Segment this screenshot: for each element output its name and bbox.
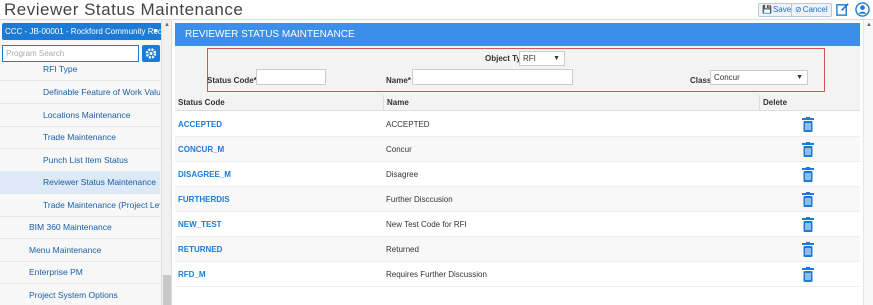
trash-icon[interactable] <box>802 192 814 207</box>
sidebar-item-punch-list[interactable]: Punch List Item Status <box>0 149 160 172</box>
column-name[interactable]: Name <box>383 95 759 111</box>
status-name: Further Disccusion <box>386 195 453 204</box>
table-row: DISAGREE_M Disagree <box>175 162 860 187</box>
chevron-down-icon: ▼ <box>152 28 159 35</box>
sidebar-item-bim360[interactable]: BIM 360 Maintenance <box>0 216 160 239</box>
trash-icon[interactable] <box>802 142 814 157</box>
sidebar-item-trade[interactable]: Trade Maintenance <box>0 126 160 149</box>
sidebar-item-locations[interactable]: Locations Maintenance <box>0 104 160 127</box>
status-name: Requires Further Discussion <box>386 270 487 279</box>
status-code-link[interactable]: ACCEPTED <box>178 112 222 137</box>
save-button[interactable]: 💾Save <box>758 3 796 17</box>
trash-icon[interactable] <box>802 242 814 257</box>
trash-icon[interactable] <box>802 267 814 282</box>
scroll-up-icon[interactable]: ▲ <box>163 21 171 29</box>
column-status-code[interactable]: Status Code <box>175 95 383 111</box>
main-scrollbar[interactable]: ▲ <box>863 20 873 305</box>
chevron-down-icon: ▼ <box>553 55 560 62</box>
sidebar-item-trade-project[interactable]: Trade Maintenance (Project Level) <box>0 194 160 217</box>
table-row: NEW_TEST New Test Code for RFI <box>175 212 860 237</box>
cancel-icon: ⊘ <box>795 5 802 14</box>
cancel-button[interactable]: ⊘Cancel <box>791 3 832 17</box>
table-row: RFD_M Requires Further Discussion <box>175 262 860 287</box>
sidebar-item-definable-feature[interactable]: Definable Feature of Work Values <box>0 81 160 104</box>
filter-area: Object Type RFI ▼ Status Code* Name* Cla… <box>175 46 860 95</box>
trash-icon[interactable] <box>802 117 814 132</box>
title-bar: Reviewer Status Maintenance 💾Save ⊘Cance… <box>0 0 873 20</box>
save-icon: 💾 <box>762 5 772 14</box>
sidebar-item-enterprise-pm[interactable]: Enterprise PM <box>0 261 160 284</box>
sidebar: CCC - JB-00001 - Rockford Community Rec … <box>0 20 172 305</box>
status-name: New Test Code for RFI <box>386 220 467 229</box>
column-delete: Delete <box>759 95 860 111</box>
user-icon[interactable] <box>855 2 870 17</box>
chevron-down-icon: ▼ <box>796 74 803 81</box>
page-title: REVIEWER STATUS MAINTENANCE <box>175 23 860 46</box>
status-name: Disagree <box>386 170 419 179</box>
name-input[interactable] <box>412 69 573 85</box>
status-code-link[interactable]: RETURNED <box>178 237 222 262</box>
status-code-link[interactable]: FURTHERDIS <box>178 187 230 212</box>
main-panel: REVIEWER STATUS MAINTENANCE Object Type … <box>172 20 863 305</box>
status-code-link[interactable]: DISAGREE_M <box>178 162 231 187</box>
table-row: ACCEPTED ACCEPTED <box>175 112 860 137</box>
trash-icon[interactable] <box>802 167 814 182</box>
sidebar-scrollbar[interactable]: ▲ <box>161 20 171 305</box>
status-name: ACCEPTED <box>386 120 430 129</box>
sidebar-item-project-system-options[interactable]: Project System Options <box>0 284 160 305</box>
table-header: Status Code Name Delete <box>175 95 860 111</box>
scroll-up-icon[interactable]: ▲ <box>865 21 873 29</box>
sidebar-scroll-thumb[interactable] <box>163 275 171 305</box>
sidebar-item-menu-maintenance[interactable]: Menu Maintenance <box>0 239 160 262</box>
status-code-link[interactable]: NEW_TEST <box>178 212 222 237</box>
table-row: FURTHERDIS Further Disccusion <box>175 187 860 212</box>
table-row: CONCUR_M Concur <box>175 137 860 162</box>
object-type-select[interactable]: RFI ▼ <box>519 51 565 66</box>
status-code-label: Status Code* <box>207 76 257 85</box>
edit-icon[interactable] <box>835 2 850 17</box>
sidebar-item-reviewer-status[interactable]: Reviewer Status Maintenance <box>0 171 160 194</box>
status-code-link[interactable]: RFD_M <box>178 262 206 287</box>
class-select[interactable]: Concur ▼ <box>710 70 808 85</box>
status-code-input[interactable] <box>256 69 326 85</box>
status-name: Concur <box>386 145 412 154</box>
name-label: Name* <box>386 76 411 85</box>
status-name: Returned <box>386 245 419 254</box>
sidebar-item-rfi-type[interactable]: RFI Type <box>0 58 160 81</box>
table-row: RETURNED Returned <box>175 237 860 262</box>
project-select[interactable]: CCC - JB-00001 - Rockford Community Rec … <box>2 23 162 40</box>
app-title: Reviewer Status Maintenance <box>4 0 244 19</box>
status-code-link[interactable]: CONCUR_M <box>178 137 224 162</box>
trash-icon[interactable] <box>802 217 814 232</box>
